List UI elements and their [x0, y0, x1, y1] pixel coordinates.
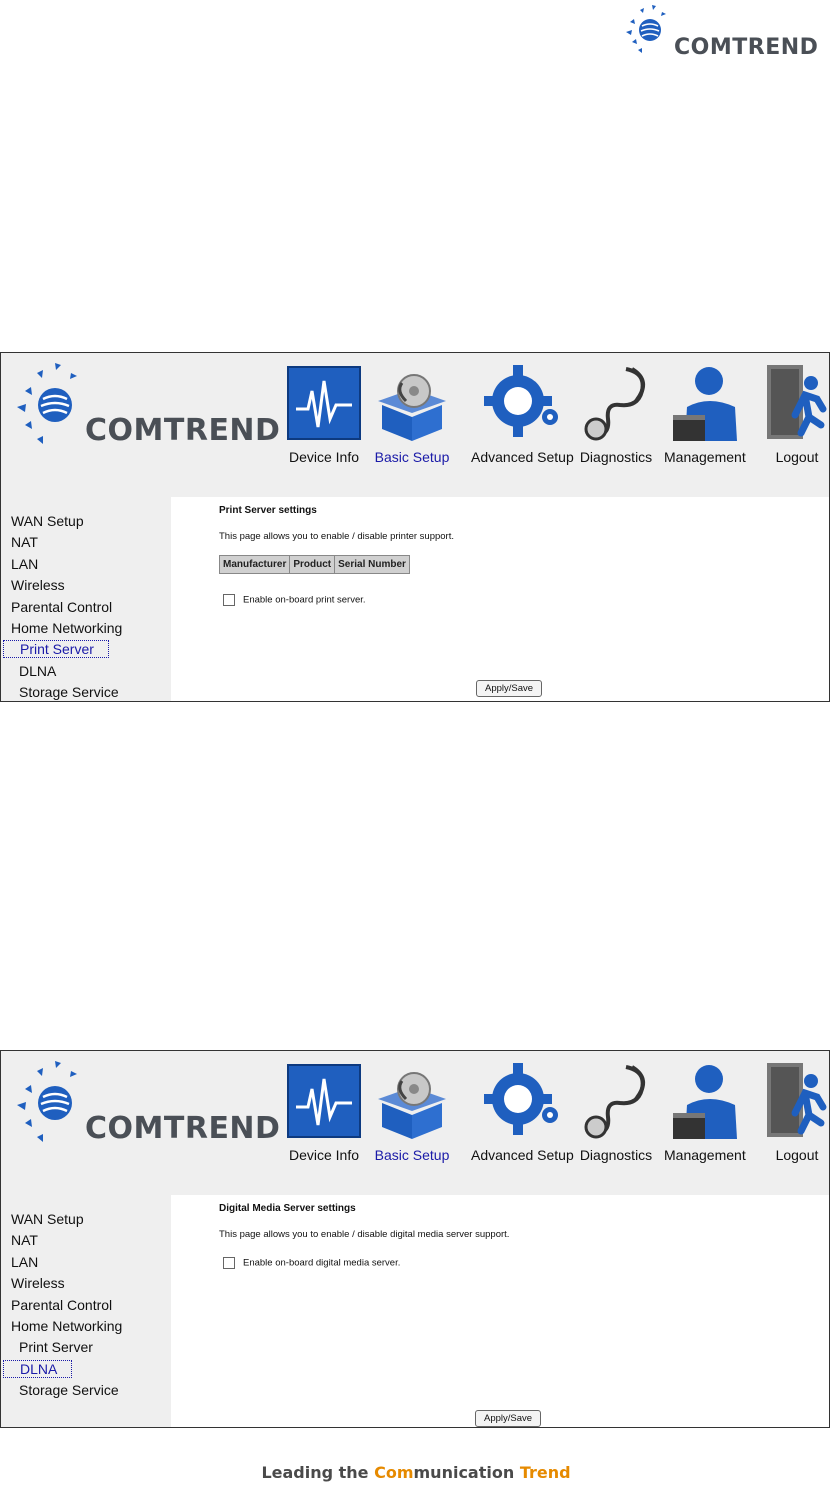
- page-title: Digital Media Server settings: [219, 1203, 356, 1214]
- management-icon: [665, 361, 745, 443]
- sidebar-item-wan-setup[interactable]: WAN Setup: [1, 1209, 171, 1230]
- nav-label: Management: [664, 1147, 746, 1163]
- basic-setup-icon: [372, 361, 452, 443]
- nav-label: Device Info: [288, 449, 360, 465]
- nav-label: Basic Setup: [374, 1147, 450, 1163]
- sidebar-item-home-networking[interactable]: Home Networking: [1, 618, 171, 639]
- nav-label: Advanced Setup: [471, 1147, 574, 1163]
- logout-icon: [757, 361, 832, 443]
- dlna-screenshot: COMTREND Device Info Basic Setup Advance…: [0, 1050, 830, 1428]
- tagline-part: munication: [413, 1463, 520, 1482]
- tagline-accent: Trend: [519, 1463, 571, 1482]
- router-header: COMTREND Device Info Basic Setup Advance…: [1, 353, 829, 497]
- apply-save-button[interactable]: Apply/Save: [475, 1410, 542, 1427]
- nav-label: Logout: [775, 1147, 819, 1163]
- nav-management[interactable]: Management: [664, 1059, 746, 1163]
- sidebar: WAN Setup NAT LAN Wireless Parental Cont…: [1, 1195, 171, 1402]
- sidebar-item-lan[interactable]: LAN: [1, 554, 171, 575]
- diagnostics-icon: [576, 361, 656, 443]
- diagnostics-icon: [576, 1059, 656, 1141]
- page-description: This page allows you to enable / disable…: [219, 1229, 510, 1240]
- sidebar-item-wan-setup[interactable]: WAN Setup: [1, 511, 171, 532]
- nav-label: Device Info: [288, 1147, 360, 1163]
- print-server-screenshot: COMTREND Device Info Basic Setup Advance…: [0, 352, 830, 702]
- logout-icon: [757, 1059, 832, 1141]
- sidebar-item-storage-service[interactable]: Storage Service: [1, 1380, 171, 1401]
- nav-logout[interactable]: Logout: [757, 361, 832, 465]
- router-header: COMTREND Device Info Basic Setup Advance…: [1, 1051, 829, 1195]
- device-info-icon: [284, 1059, 364, 1141]
- nav-diagnostics[interactable]: Diagnostics: [576, 1059, 656, 1163]
- nav-diagnostics[interactable]: Diagnostics: [576, 361, 656, 465]
- device-info-icon: [284, 361, 364, 443]
- sidebar-item-wireless[interactable]: Wireless: [1, 575, 171, 596]
- sidebar-item-nat[interactable]: NAT: [1, 532, 171, 553]
- router-logo: COMTREND: [13, 357, 283, 457]
- content-area: Digital Media Server settings This page …: [171, 1195, 829, 1427]
- tagline-accent: Com: [374, 1463, 414, 1482]
- nav-device-info[interactable]: Device Info: [284, 361, 364, 465]
- nav-advanced-setup[interactable]: Advanced Setup: [471, 361, 574, 465]
- sidebar-item-home-networking[interactable]: Home Networking: [1, 1316, 171, 1337]
- checkbox[interactable]: [223, 1257, 235, 1269]
- sidebar-item-print-server[interactable]: Print Server: [1, 639, 171, 660]
- nav-label: Logout: [775, 449, 819, 465]
- tagline-part: Leading the: [261, 1463, 375, 1482]
- column-header-serial-number: Serial Number: [334, 555, 410, 574]
- sidebar-item-lan[interactable]: LAN: [1, 1252, 171, 1273]
- apply-save-button[interactable]: Apply/Save: [476, 680, 543, 697]
- logo-wordmark: COMTREND: [674, 35, 819, 60]
- footer-tagline: Leading the Communication Trend: [0, 1463, 832, 1482]
- sidebar-item-parental-control[interactable]: Parental Control: [1, 597, 171, 618]
- router-logo: COMTREND: [13, 1055, 283, 1155]
- column-header-manufacturer: Manufacturer: [218, 555, 291, 574]
- nav-management[interactable]: Management: [664, 361, 746, 465]
- logo-wordmark: COMTREND: [85, 413, 281, 448]
- column-header-product: Product: [289, 555, 336, 574]
- page-description: This page allows you to enable / disable…: [219, 531, 454, 542]
- sidebar-item-nat[interactable]: NAT: [1, 1230, 171, 1251]
- sidebar-item-label: Print Server: [3, 640, 109, 659]
- page-title: Print Server settings: [219, 505, 317, 516]
- nav-logout[interactable]: Logout: [757, 1059, 832, 1163]
- sidebar-item-dlna[interactable]: DLNA: [1, 661, 171, 682]
- sidebar-item-dlna[interactable]: DLNA: [1, 1359, 171, 1380]
- basic-setup-icon: [372, 1059, 452, 1141]
- nav-basic-setup[interactable]: Basic Setup: [372, 1059, 452, 1163]
- nav-label: Diagnostics: [579, 1147, 653, 1163]
- enable-print-server-checkbox[interactable]: Enable on-board print server.: [223, 594, 366, 606]
- management-icon: [665, 1059, 745, 1141]
- comtrend-logo: COMTREND: [622, 2, 830, 66]
- checkbox-label: Enable on-board print server.: [243, 594, 366, 606]
- nav-basic-setup[interactable]: Basic Setup: [372, 361, 452, 465]
- nav-device-info[interactable]: Device Info: [284, 1059, 364, 1163]
- sidebar: WAN Setup NAT LAN Wireless Parental Cont…: [1, 497, 171, 704]
- checkbox-label: Enable on-board digital media server.: [243, 1257, 401, 1269]
- advanced-setup-icon: [482, 1059, 562, 1141]
- nav-label: Basic Setup: [374, 449, 450, 465]
- sidebar-item-storage-service[interactable]: Storage Service: [1, 682, 171, 703]
- sidebar-item-label: DLNA: [3, 1359, 73, 1378]
- sidebar-item-parental-control[interactable]: Parental Control: [1, 1295, 171, 1316]
- sidebar-item-wireless[interactable]: Wireless: [1, 1273, 171, 1294]
- content-area: Print Server settings This page allows y…: [171, 497, 829, 701]
- nav-label: Advanced Setup: [471, 449, 574, 465]
- advanced-setup-icon: [482, 361, 562, 443]
- logo-wordmark: COMTREND: [85, 1111, 281, 1146]
- enable-media-server-checkbox[interactable]: Enable on-board digital media server.: [223, 1257, 400, 1269]
- nav-label: Diagnostics: [579, 449, 653, 465]
- checkbox[interactable]: [223, 594, 235, 606]
- printer-table: Manufacturer Product Serial Number: [218, 555, 410, 574]
- sidebar-item-print-server[interactable]: Print Server: [1, 1337, 171, 1358]
- nav-advanced-setup[interactable]: Advanced Setup: [471, 1059, 574, 1163]
- nav-label: Management: [664, 449, 746, 465]
